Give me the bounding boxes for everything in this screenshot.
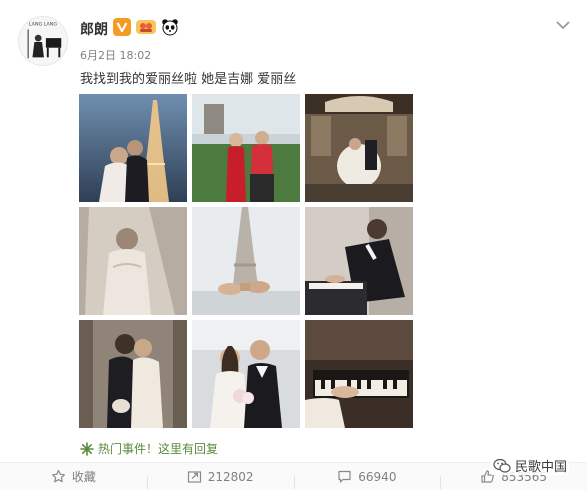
watermark: 民歌中国 (490, 456, 569, 475)
hot-event-link[interactable]: 热门事件！这里有回复 (80, 440, 218, 457)
photo-4[interactable] (79, 207, 187, 315)
post-timestamp[interactable]: 6月2日 18:02 (80, 47, 151, 63)
weibo-post: LANG LANG 郎朗 6月2日 18:02 我找到我的爱丽丝啦 她是吉娜 爱… (0, 0, 587, 490)
photo-grid (79, 94, 413, 428)
photo-6[interactable] (305, 207, 413, 315)
comment-icon (338, 470, 351, 483)
panda-icon[interactable] (161, 18, 179, 36)
caret-down-icon[interactable] (555, 18, 571, 32)
post-text: 我找到我的爱丽丝啦 她是吉娜 爱丽丝 (80, 72, 297, 87)
username[interactable]: 郎朗 (80, 19, 108, 39)
group-badge-icon[interactable] (135, 18, 157, 36)
repost-count: 212802 (207, 469, 254, 484)
photo-9[interactable] (305, 320, 413, 428)
favorite-icon (51, 469, 65, 483)
repost-icon (187, 471, 201, 483)
avatar-caption: LANG LANG (29, 22, 57, 28)
user-badges (113, 18, 179, 36)
photo-7[interactable] (79, 320, 187, 428)
photo-2[interactable] (192, 94, 300, 202)
wechat-icon (493, 458, 511, 473)
photo-1[interactable] (79, 94, 187, 202)
comment-button[interactable]: 66940 (293, 469, 441, 489)
hot-event-icon (80, 441, 94, 456)
comment-count: 66940 (358, 469, 397, 484)
hot-event-text[interactable]: 热门事件！这里有回复 (98, 440, 218, 457)
avatar[interactable]: LANG LANG (18, 16, 68, 66)
verified-v-icon[interactable] (113, 18, 131, 36)
photo-3[interactable] (305, 94, 413, 202)
photo-8[interactable] (192, 320, 300, 428)
favorite-button[interactable]: 收藏 (0, 468, 147, 485)
favorite-label: 收藏 (71, 470, 96, 484)
photo-5[interactable] (192, 207, 300, 315)
watermark-text: 民歌中国 (514, 460, 567, 475)
avatar-image: LANG LANG (19, 17, 67, 65)
repost-button[interactable]: 212802 (146, 469, 294, 489)
